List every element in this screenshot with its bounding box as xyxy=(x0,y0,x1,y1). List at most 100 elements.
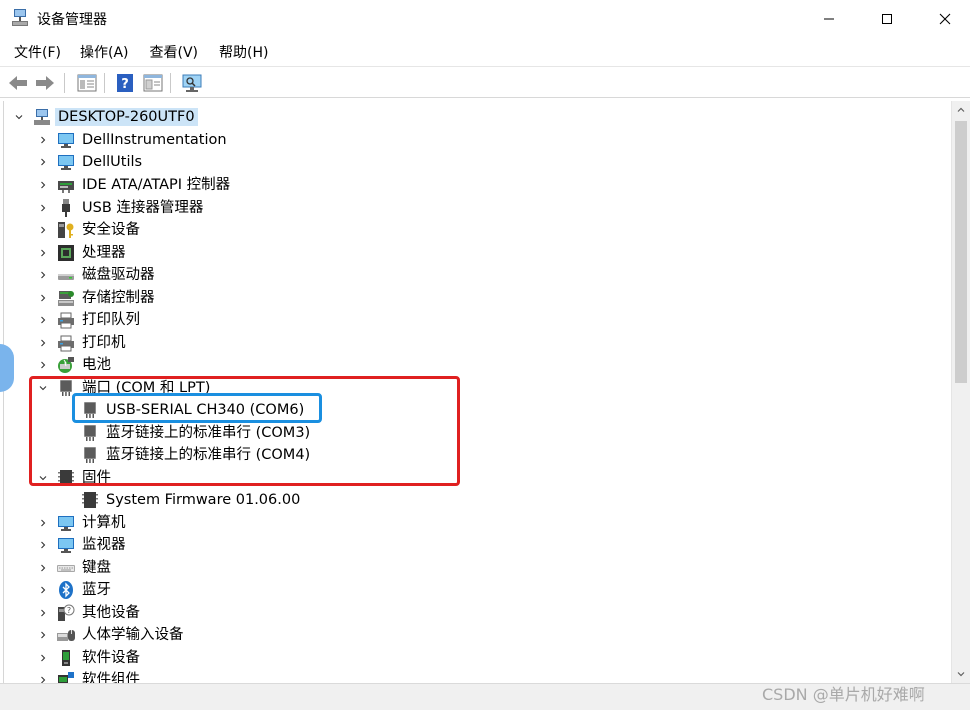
close-button[interactable] xyxy=(916,0,970,38)
minimize-icon xyxy=(824,18,834,20)
chevron-right-icon[interactable] xyxy=(37,517,49,529)
back-arrow-icon xyxy=(9,76,27,90)
monitor-icon xyxy=(58,155,74,170)
chevron-right-icon[interactable] xyxy=(37,607,49,619)
tree-item-dellutils[interactable]: DellUtils xyxy=(4,151,944,173)
tree-item-computer[interactable]: 计算机 xyxy=(4,512,944,534)
chevron-right-icon[interactable] xyxy=(37,652,49,664)
help-icon: ? xyxy=(117,74,133,92)
forward-button[interactable] xyxy=(33,71,57,95)
tree-item-security-devices[interactable]: 安全设备 xyxy=(4,219,944,241)
computer-icon xyxy=(34,109,50,125)
scroll-down-button[interactable] xyxy=(952,665,970,683)
properties-icon xyxy=(77,74,97,92)
software-device-icon xyxy=(62,650,70,666)
usb-plug-icon xyxy=(62,199,70,217)
tree-item-label: 软件组件 xyxy=(82,672,140,683)
hid-device-icon xyxy=(57,630,75,641)
chevron-right-icon[interactable] xyxy=(37,674,49,683)
monitor-icon xyxy=(58,133,74,148)
disk-drive-icon xyxy=(58,274,74,280)
monitor-scan-icon xyxy=(182,74,202,92)
scroll-up-button[interactable] xyxy=(952,101,970,119)
chevron-right-icon[interactable] xyxy=(37,156,49,168)
tree-item-label: 计算机 xyxy=(82,515,126,531)
chevron-right-icon[interactable] xyxy=(37,314,49,326)
scan-hardware-button[interactable] xyxy=(180,71,204,95)
tree-item-monitors[interactable]: 监视器 xyxy=(4,534,944,556)
chevron-right-icon[interactable] xyxy=(37,359,49,371)
security-key-icon xyxy=(58,222,74,238)
menu-view[interactable]: 查看(V) xyxy=(143,39,206,65)
tree-item-usb-connector-manager[interactable]: USB 连接器管理器 xyxy=(4,197,944,219)
toolbar: ? xyxy=(0,66,970,98)
svg-text:?: ? xyxy=(121,77,129,92)
view-panel-button[interactable] xyxy=(141,71,165,95)
tree-item-print-queues[interactable]: 打印队列 xyxy=(4,309,944,331)
tree-item-bluetooth[interactable]: 蓝牙 xyxy=(4,579,944,601)
tree-item-label: 监视器 xyxy=(82,537,126,553)
printer-icon xyxy=(58,335,74,352)
back-button[interactable] xyxy=(6,71,30,95)
forward-arrow-icon xyxy=(36,76,54,90)
chevron-right-icon[interactable] xyxy=(37,134,49,146)
tree-item-label: 打印机 xyxy=(82,335,126,351)
tree-root[interactable]: DESKTOP-260UTF0 xyxy=(4,106,944,128)
unknown-device-icon: ? xyxy=(58,604,75,621)
tree-item-software-devices[interactable]: 软件设备 xyxy=(4,647,944,669)
chevron-down-icon xyxy=(957,672,965,677)
menu-action[interactable]: 操作(A) xyxy=(73,39,136,65)
tree-item-label: DellUtils xyxy=(82,154,143,170)
scroll-thumb[interactable] xyxy=(955,121,967,383)
chevron-right-icon[interactable] xyxy=(37,337,49,349)
chevron-up-icon xyxy=(957,107,965,112)
menu-file[interactable]: 文件(F) xyxy=(7,39,68,65)
vertical-scrollbar[interactable] xyxy=(951,101,970,683)
maximize-button[interactable] xyxy=(858,0,916,38)
properties-button[interactable] xyxy=(75,71,99,95)
chevron-right-icon[interactable] xyxy=(37,629,49,641)
tree-item-other-devices[interactable]: ? 其他设备 xyxy=(4,602,944,624)
tree-item-storage-controllers[interactable]: 存储控制器 xyxy=(4,287,944,309)
monitor-icon xyxy=(58,538,74,553)
tree-item-system-firmware[interactable]: System Firmware 01.06.00 xyxy=(4,489,944,511)
help-button[interactable]: ? xyxy=(113,71,137,95)
processor-chip-icon xyxy=(58,245,74,261)
tree-item-label: 其他设备 xyxy=(82,605,140,621)
toolbar-separator xyxy=(64,73,65,93)
tree-root-label: DESKTOP-260UTF0 xyxy=(55,108,198,126)
chevron-right-icon[interactable] xyxy=(37,179,49,191)
tree-item-label: 电池 xyxy=(82,357,111,373)
tree-item-dellinstrumentation[interactable]: DellInstrumentation xyxy=(4,129,944,151)
tree-item-label: DellInstrumentation xyxy=(82,132,227,148)
menu-help[interactable]: 帮助(H) xyxy=(212,39,275,65)
battery-icon xyxy=(58,357,74,373)
chevron-down-icon[interactable] xyxy=(13,111,25,123)
tree-item-label: 人体学输入设备 xyxy=(82,627,184,643)
tree-item-printers[interactable]: 打印机 xyxy=(4,332,944,354)
minimize-button[interactable] xyxy=(800,0,858,38)
side-tab[interactable] xyxy=(0,344,14,392)
software-component-icon xyxy=(58,672,74,683)
storage-controller-icon xyxy=(58,291,74,306)
chevron-right-icon[interactable] xyxy=(37,247,49,259)
tree-item-label: IDE ATA/ATAPI 控制器 xyxy=(82,177,231,193)
tree-item-label: 处理器 xyxy=(82,245,126,261)
window-title: 设备管理器 xyxy=(37,12,107,28)
tree-item-processors[interactable]: 处理器 xyxy=(4,242,944,264)
chevron-right-icon[interactable] xyxy=(37,269,49,281)
chevron-right-icon[interactable] xyxy=(37,539,49,551)
tree-item-hid[interactable]: 人体学输入设备 xyxy=(4,624,944,646)
close-icon xyxy=(939,13,951,25)
tree-item-keyboards[interactable]: 键盘 xyxy=(4,557,944,579)
chevron-right-icon[interactable] xyxy=(37,292,49,304)
tree-item-disk-drives[interactable]: 磁盘驱动器 xyxy=(4,264,944,286)
chevron-right-icon[interactable] xyxy=(37,202,49,214)
tree-item-batteries[interactable]: 电池 xyxy=(4,354,944,376)
chevron-right-icon[interactable] xyxy=(37,584,49,596)
chevron-right-icon[interactable] xyxy=(37,224,49,236)
tree-item-ide-controller[interactable]: IDE ATA/ATAPI 控制器 xyxy=(4,174,944,196)
firmware-chip-icon xyxy=(82,492,98,508)
svg-text:?: ? xyxy=(67,606,71,615)
chevron-right-icon[interactable] xyxy=(37,562,49,574)
